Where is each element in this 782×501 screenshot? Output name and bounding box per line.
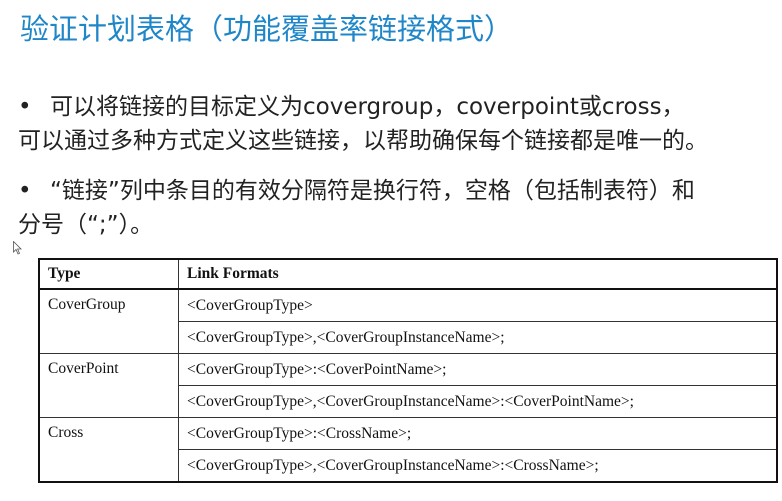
header-type: Type	[38, 258, 179, 290]
bullet-2: • “链接”列中条目的有效分隔符是换行符，空格（包括制表符）和 分号（“;”）。	[18, 174, 695, 242]
format-cell: <CoverGroupType>,<CoverGroupInstanceName…	[178, 385, 778, 418]
mouse-pointer-icon	[13, 241, 22, 255]
bullet-2-line-2: 分号（“;”）。	[18, 212, 154, 238]
header-link-formats: Link Formats	[178, 258, 778, 290]
format-cell: <CoverGroupType>,<CoverGroupInstanceName…	[178, 321, 778, 354]
table-header-row: Type Link Formats	[38, 258, 778, 290]
type-cell: CoverGroup	[38, 288, 179, 354]
format-cell: <CoverGroupType>,<CoverGroupInstanceName…	[178, 449, 778, 483]
bullet-1: • 可以将链接的目标定义为covergroup，coverpoint或cross，…	[18, 90, 708, 158]
link-formats-table: Type Link Formats CoverGroup <CoverGroup…	[38, 258, 778, 483]
format-cell: <CoverGroupType>	[178, 288, 778, 322]
table-row: CoverGroup <CoverGroupType>	[38, 288, 778, 354]
bullet-2-line-1: “链接”列中条目的有效分隔符是换行符，空格（包括制表符）和	[50, 178, 695, 204]
type-cell: CoverPoint	[38, 353, 179, 418]
table-row: Cross <CoverGroupType>:<CrossName>;	[38, 417, 778, 483]
slide-title: 验证计划表格（功能覆盖率链接格式）	[20, 12, 514, 46]
format-cell: <CoverGroupType>:<CoverPointName>;	[178, 353, 778, 386]
bullet-1-line-2: 可以通过多种方式定义这些链接，以帮助确保每个链接都是唯一的。	[18, 128, 708, 154]
type-cell: Cross	[38, 417, 179, 483]
bullet-dot: •	[18, 178, 32, 204]
format-cell: <CoverGroupType>:<CrossName>;	[178, 417, 778, 450]
table-row: CoverPoint <CoverGroupType>:<CoverPointN…	[38, 353, 778, 418]
bullet-1-line-1: 可以将链接的目标定义为covergroup，coverpoint或cross，	[50, 94, 685, 120]
bullet-dot: •	[18, 94, 32, 120]
